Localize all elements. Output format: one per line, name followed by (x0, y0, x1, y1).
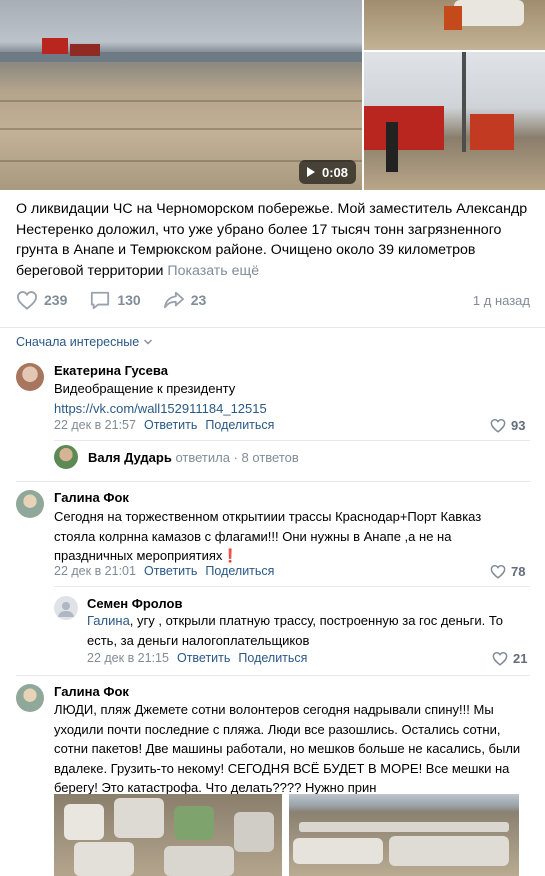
reply-button[interactable]: Ответить (144, 564, 197, 578)
sandbags-image (164, 846, 234, 876)
post-media-grid: 0:08 (0, 0, 545, 190)
like-button[interactable]: 239 (16, 290, 67, 310)
video-duration-badge: 0:08 (298, 160, 356, 184)
exclamation-emoji: ❗ (222, 548, 239, 563)
like-count: 239 (44, 292, 68, 308)
divider (54, 586, 530, 587)
sandbags-image (293, 838, 383, 864)
comment-author[interactable]: Галина Фок (54, 490, 129, 505)
heart-icon (16, 291, 38, 310)
sandbags-image (74, 842, 134, 876)
comment-text: Галина, угу , открыли платную трассу, по… (87, 611, 525, 650)
comment-meta: 22 дек в 21:15 Ответить Поделиться (87, 651, 307, 665)
comment-button[interactable]: 130 (89, 290, 141, 310)
truck-image (470, 114, 514, 150)
share-button[interactable]: 23 (163, 290, 207, 310)
comment-date[interactable]: 22 дек в 21:15 (87, 651, 169, 665)
comment-author[interactable]: Галина Фок (54, 684, 129, 699)
comment-author[interactable]: Семен Фролов (87, 596, 182, 611)
truck-image (42, 38, 68, 54)
show-more-link[interactable]: Показать ещё (167, 263, 259, 279)
comment-like-count: 21 (513, 651, 528, 666)
comment-like-count: 78 (511, 564, 526, 579)
comment-meta: 22 дек в 21:01 Ответить Поделиться (54, 564, 274, 578)
photo-thumbnail[interactable] (364, 0, 545, 50)
post-actions: 239 130 23 1 д назад (16, 288, 530, 312)
comment-photo[interactable] (289, 794, 519, 876)
divider (16, 675, 530, 676)
comment-like-count: 93 (511, 418, 526, 433)
share-comment-button[interactable]: Поделиться (205, 564, 274, 578)
sandbags-image (64, 804, 104, 840)
comment-text: ЛЮДИ, пляж Джемете сотни волонтеров сего… (54, 702, 521, 795)
reply-button[interactable]: Ответить (144, 418, 197, 432)
sand-track (0, 128, 362, 130)
sandbags-image (299, 822, 509, 832)
comment-like-button[interactable]: 93 (490, 418, 525, 433)
pole-image (462, 52, 466, 152)
avatar[interactable] (16, 684, 44, 712)
sandbags-image (389, 836, 509, 866)
play-icon (306, 167, 315, 177)
comment-body: , угу , открыли платную трассу, построен… (87, 613, 504, 648)
comment-text: Сегодня на торжественном открытиии трасс… (54, 507, 524, 566)
person-image (386, 122, 398, 172)
post-body: О ликвидации ЧС на Черноморском побережь… (16, 201, 528, 279)
share-icon (163, 291, 184, 309)
truck-image (364, 106, 444, 150)
divider (54, 440, 530, 441)
user-placeholder-icon (58, 602, 74, 617)
comment-body: Сегодня на торжественном открытиии трасс… (54, 509, 482, 563)
avatar[interactable] (54, 445, 78, 469)
separator-dot: · (233, 450, 238, 465)
divider (16, 481, 530, 482)
reply-author: Валя Дударь (88, 450, 172, 465)
heart-icon (490, 418, 506, 433)
comment-photo[interactable] (54, 794, 282, 876)
comment-like-button[interactable]: 78 (490, 564, 525, 579)
comment-link[interactable]: https://vk.com/wall152911184_12515 (54, 399, 524, 419)
post-text: О ликвидации ЧС на Черноморском побережь… (16, 199, 531, 281)
avatar[interactable] (16, 490, 44, 518)
sand-track (0, 100, 362, 102)
avatar[interactable] (16, 363, 44, 391)
comment-date[interactable]: 22 дек в 21:57 (54, 418, 136, 432)
avatar[interactable] (54, 596, 78, 620)
sandbags-image (234, 812, 274, 852)
reply-count: 8 ответов (241, 450, 299, 465)
comment-body: Видеобращение к президенту (54, 381, 236, 396)
photo-thumbnail[interactable] (364, 52, 545, 190)
replies-summary[interactable]: Валя Дударь ответила · 8 ответов (88, 450, 299, 465)
reply-verb: ответила (175, 450, 230, 465)
post-timestamp[interactable]: 1 д назад (473, 293, 530, 308)
share-comment-button[interactable]: Поделиться (205, 418, 274, 432)
divider (0, 327, 545, 328)
comment-count: 130 (117, 292, 141, 308)
comments-sort-dropdown[interactable]: Сначала интересные (16, 335, 153, 349)
comment-author[interactable]: Екатерина Гусева (54, 363, 168, 378)
truck-image (70, 44, 100, 56)
video-duration: 0:08 (321, 164, 348, 180)
reply-addressee[interactable]: Галина (87, 613, 130, 628)
share-comment-button[interactable]: Поделиться (238, 651, 307, 665)
sort-label: Сначала интересные (16, 335, 140, 349)
excavator-image (444, 6, 462, 30)
comment-date[interactable]: 22 дек в 21:01 (54, 564, 136, 578)
heart-icon (492, 651, 508, 666)
sandbags-image (114, 798, 164, 838)
reply-button[interactable]: Ответить (177, 651, 230, 665)
chevron-down-icon (144, 339, 153, 345)
share-count: 23 (190, 292, 207, 308)
comment-icon (91, 291, 110, 310)
comment-text: Видеобращение к президенту https://vk.co… (54, 379, 524, 418)
video-thumbnail[interactable]: 0:08 (0, 0, 362, 190)
sandbags-image (454, 0, 524, 26)
comment-meta: 22 дек в 21:57 Ответить Поделиться (54, 418, 274, 432)
comment-like-button[interactable]: 21 (492, 651, 527, 666)
sandbags-image (174, 806, 214, 840)
heart-icon (490, 564, 506, 579)
